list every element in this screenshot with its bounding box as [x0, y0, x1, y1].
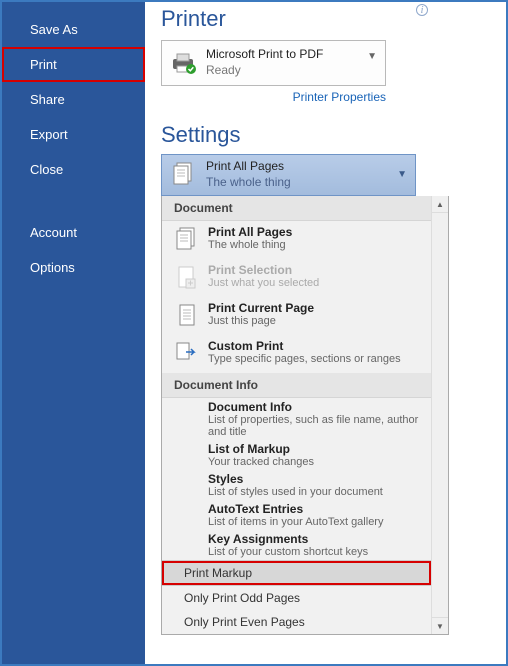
sidebar-item-share[interactable]: Share — [2, 82, 145, 117]
printer-status: Ready — [206, 63, 323, 79]
printer-name: Microsoft Print to PDF — [206, 47, 323, 63]
custom-page-icon — [172, 339, 202, 369]
menu-item-title: Print Current Page — [208, 301, 314, 315]
menu-item-even-pages[interactable]: Only Print Even Pages — [162, 610, 431, 634]
chevron-down-icon: ▼ — [397, 169, 407, 180]
menu-item-title: Key Assignments — [208, 532, 368, 546]
menu-item-title: Print All Pages — [208, 225, 292, 239]
menu-item-sub: List of styles used in your document — [208, 486, 383, 498]
menu-item-title: Document Info — [208, 400, 423, 414]
menu-item-styles[interactable]: Styles List of styles used in your docum… — [162, 470, 431, 500]
menu-item-print-markup[interactable]: Print Markup — [162, 561, 431, 585]
print-range-menu: ▲ ▼ Document Print All Pages The whole t… — [161, 196, 449, 635]
chevron-down-icon: ▼ — [367, 51, 377, 62]
menu-item-title: Print Selection — [208, 263, 319, 277]
menu-item-sub: Type specific pages, sections or ranges — [208, 353, 401, 365]
menu-header-info: Document Info — [162, 373, 431, 398]
menu-item-title: Custom Print — [208, 339, 401, 353]
menu-header-document: Document — [162, 196, 431, 221]
menu-item-print-selection: Print Selection Just what you selected — [162, 259, 431, 297]
page-icon — [172, 301, 202, 331]
print-panel: i Printer Microsoft Print to PDF Ready ▼… — [145, 2, 506, 664]
dropdown-subtitle: The whole thing — [206, 175, 291, 191]
printer-selector[interactable]: Microsoft Print to PDF Ready ▼ — [161, 40, 386, 86]
print-range-dropdown[interactable]: Print All Pages The whole thing ▼ — [161, 154, 416, 196]
sidebar-item-close[interactable]: Close — [2, 152, 145, 187]
menu-item-custom-print[interactable]: Custom Print Type specific pages, sectio… — [162, 335, 431, 373]
backstage-sidebar: Save As Print Share Export Close Account… — [2, 2, 145, 664]
menu-item-title: Styles — [208, 472, 383, 486]
menu-item-sub: List of your custom shortcut keys — [208, 546, 368, 558]
menu-item-print-current[interactable]: Print Current Page Just this page — [162, 297, 431, 335]
menu-item-list-markup[interactable]: List of Markup Your tracked changes — [162, 440, 431, 470]
menu-item-odd-pages[interactable]: Only Print Odd Pages — [162, 586, 431, 610]
scroll-down-icon[interactable]: ▼ — [432, 617, 448, 634]
sidebar-item-account[interactable]: Account — [2, 215, 145, 250]
menu-item-autotext[interactable]: AutoText Entries List of items in your A… — [162, 500, 431, 530]
menu-item-title: AutoText Entries — [208, 502, 383, 516]
pages-icon — [170, 160, 198, 190]
sidebar-item-print[interactable]: Print — [2, 47, 145, 82]
settings-section-title: Settings — [161, 122, 496, 148]
printer-section-title: Printer — [161, 6, 496, 32]
menu-item-document-info[interactable]: Document Info List of properties, such a… — [162, 398, 431, 440]
menu-item-sub: List of properties, such as file name, a… — [208, 414, 423, 438]
menu-item-sub: Just this page — [208, 315, 314, 327]
menu-item-sub: The whole thing — [208, 239, 292, 251]
page-selection-icon — [172, 263, 202, 293]
sidebar-item-export[interactable]: Export — [2, 117, 145, 152]
sidebar-item-options[interactable]: Options — [2, 250, 145, 285]
info-icon[interactable]: i — [416, 4, 428, 16]
menu-item-print-all[interactable]: Print All Pages The whole thing — [162, 221, 431, 259]
printer-icon — [170, 49, 198, 77]
menu-item-sub: Just what you selected — [208, 277, 319, 289]
pages-icon — [172, 225, 202, 255]
menu-item-title: List of Markup — [208, 442, 314, 456]
scroll-up-icon[interactable]: ▲ — [432, 196, 448, 213]
menu-item-key-assign[interactable]: Key Assignments List of your custom shor… — [162, 530, 431, 560]
scrollbar[interactable]: ▲ ▼ — [431, 196, 448, 634]
printer-properties-link[interactable]: Printer Properties — [161, 90, 386, 104]
dropdown-title: Print All Pages — [206, 159, 291, 175]
menu-item-sub: List of items in your AutoText gallery — [208, 516, 383, 528]
menu-item-sub: Your tracked changes — [208, 456, 314, 468]
sidebar-item-save-as[interactable]: Save As — [2, 12, 145, 47]
